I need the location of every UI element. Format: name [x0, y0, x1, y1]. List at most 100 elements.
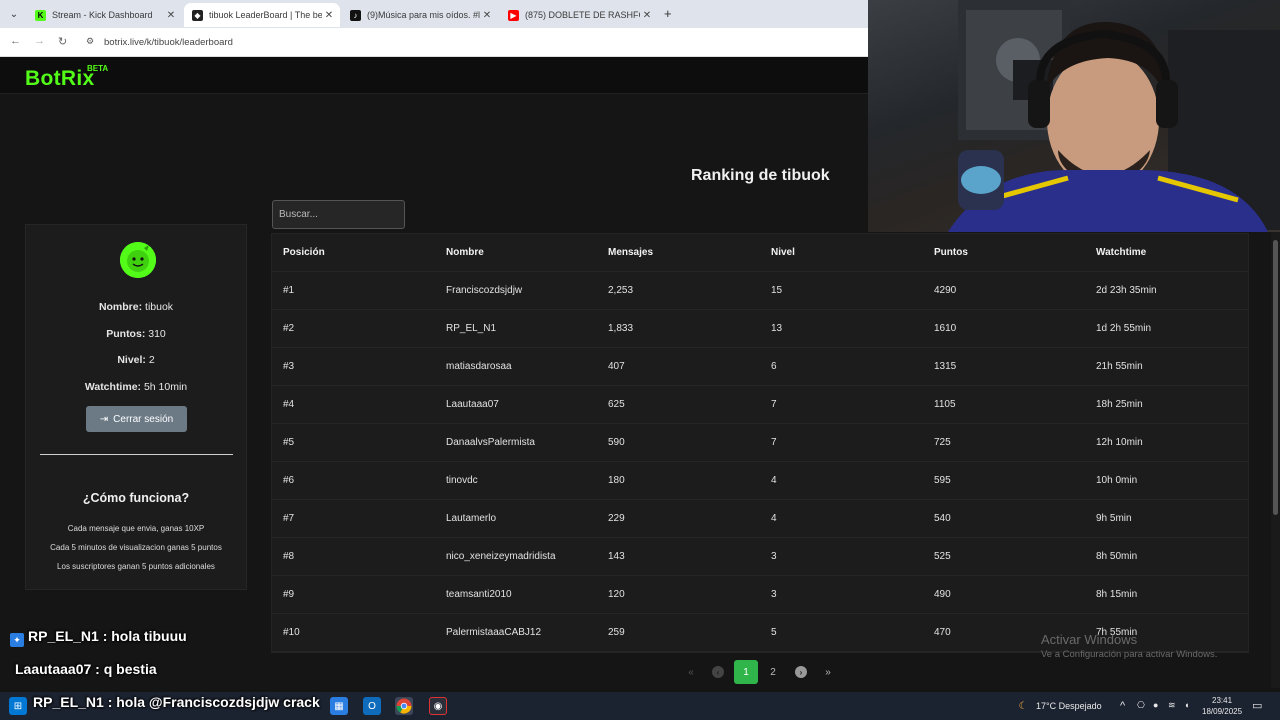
points-cell: 595 — [934, 475, 951, 486]
profile-name: Nombre: tibuok — [98, 301, 174, 313]
messages-cell: 590 — [608, 437, 625, 448]
points-cell: 470 — [934, 627, 951, 638]
position-cell: #6 — [283, 475, 295, 486]
logout-label: Cerrar sesión — [113, 413, 174, 425]
outlook-icon[interactable]: O — [363, 697, 381, 715]
double-chevron-left-icon: « — [688, 666, 694, 678]
system-tray-chevron-icon[interactable]: ^ — [1120, 700, 1125, 712]
name-cell: PalermistaaaCABJ12 — [446, 627, 542, 638]
close-icon[interactable]: ✕ — [164, 10, 178, 21]
search-input[interactable] — [272, 200, 405, 229]
beta-badge: BETA — [87, 64, 109, 73]
obs-icon[interactable]: ◉ — [429, 697, 447, 715]
leaderboard-table: Posición Nombre Mensajes Nivel Puntos Wa… — [271, 233, 1249, 653]
level-cell: 4 — [771, 513, 777, 524]
column-header[interactable]: Nivel — [771, 234, 795, 272]
column-header[interactable]: Mensajes — [608, 234, 653, 272]
watchtime-cell: 9h 5min — [1096, 513, 1132, 524]
position-cell: #9 — [283, 589, 295, 600]
table-row: #7 Lautamerlo 229 4 540 9h 5min — [272, 500, 1248, 538]
close-icon[interactable]: ✕ — [480, 10, 494, 21]
prev-page-button[interactable]: ‹ — [706, 660, 730, 684]
site-info-icon[interactable]: ⚙ — [86, 36, 94, 47]
name-cell: Lautamerlo — [446, 513, 497, 524]
watchtime-cell: 12h 10min — [1096, 437, 1143, 448]
position-cell: #8 — [283, 551, 295, 562]
position-cell: #2 — [283, 323, 295, 334]
file-explorer-icon[interactable]: ▦ — [330, 697, 348, 715]
level-cell: 7 — [771, 399, 777, 410]
network-icon[interactable]: ⎔ — [1137, 700, 1145, 711]
microphone-icon[interactable]: ● — [1153, 700, 1158, 710]
name-cell: DanaalvsPalermista — [446, 437, 535, 448]
watchtime-cell: 21h 55min — [1096, 361, 1143, 372]
windows-watermark-title: Activar Windows — [1041, 632, 1138, 647]
column-header[interactable]: Puntos — [934, 234, 968, 272]
new-tab-plus-icon[interactable]: + — [664, 6, 672, 21]
weather-text[interactable]: 17°C Despejado — [1036, 701, 1102, 711]
table-row: #6 tinovdc 180 4 595 10h 0min — [272, 462, 1248, 500]
botrix-logo[interactable]: BotRix — [25, 67, 94, 91]
next-page-button[interactable]: › — [789, 660, 813, 684]
reload-icon[interactable]: ↻ — [58, 35, 67, 48]
column-header[interactable]: Posición — [283, 234, 325, 272]
table-row: #9 teamsanti2010 120 3 490 8h 15min — [272, 576, 1248, 614]
tab-tiktok[interactable]: ♪ (9)Música para mis oídos. #lloja ✕ — [342, 3, 498, 27]
profile-points: Puntos: 310 — [106, 328, 166, 340]
notifications-icon[interactable]: ▭ — [1252, 699, 1262, 712]
tab-label: (9)Música para mis oídos. #lloja — [367, 10, 480, 20]
tab-label: Stream - Kick Dashboard — [52, 10, 153, 20]
windows-watermark-subtitle: Ve a Configuración para activar Windows. — [1041, 649, 1218, 660]
table-row: #4 Laautaaa07 625 7 1105 18h 25min — [272, 386, 1248, 424]
messages-cell: 120 — [608, 589, 625, 600]
close-icon[interactable]: ✕ — [640, 10, 654, 21]
back-arrow-icon[interactable]: ← — [10, 35, 21, 47]
messages-cell: 407 — [608, 361, 625, 372]
weather-icon: ☾ — [1018, 700, 1028, 712]
wifi-icon[interactable]: ≋ — [1168, 700, 1176, 711]
messages-cell: 1,833 — [608, 323, 634, 334]
page-2-button[interactable]: 2 — [761, 660, 785, 684]
watchtime-cell: 18h 25min — [1096, 399, 1143, 410]
messages-cell: 259 — [608, 627, 625, 638]
position-cell: #5 — [283, 437, 295, 448]
last-page-button[interactable]: » — [816, 660, 840, 684]
chrome-icon[interactable] — [395, 697, 413, 715]
address-bar: ← → ↻ ⚙ botrix.live/k/tibuok/leaderboard — [0, 28, 868, 57]
watchtime-cell: 8h 50min — [1096, 551, 1138, 562]
forward-arrow-icon[interactable]: → — [34, 35, 45, 47]
clock-time[interactable]: 23:41 — [1212, 696, 1232, 705]
browser-tab-bar: ⌄ K Stream - Kick Dashboard ✕ ◆ tibuok L… — [0, 0, 868, 28]
close-icon[interactable]: ✕ — [322, 10, 336, 21]
column-header[interactable]: Watchtime — [1096, 234, 1146, 272]
position-cell: #4 — [283, 399, 295, 410]
first-page-button[interactable]: « — [679, 660, 703, 684]
name-cell: RP_EL_N1 — [446, 323, 497, 334]
chat-message: ✦ RP_EL_N1 : hola tibuuu — [10, 628, 187, 647]
double-chevron-right-icon: » — [825, 666, 831, 678]
points-cell: 1610 — [934, 323, 957, 334]
profile-level: Nivel: 2 — [117, 354, 155, 366]
level-cell: 5 — [771, 627, 777, 638]
chevron-right-icon: › — [795, 666, 807, 678]
tab-leaderboard[interactable]: ◆ tibuok LeaderBoard | The best Kick bot… — [184, 3, 340, 27]
chat-message: Laautaaa07 : q bestia — [15, 661, 157, 677]
rule-text: Cada mensaje que envia, ganas 10XP — [67, 524, 205, 533]
page-1-button[interactable]: 1 — [734, 660, 758, 684]
clock-date[interactable]: 18/09/2025 — [1202, 707, 1242, 716]
volume-icon[interactable]: ◖ — [1184, 700, 1189, 710]
points-cell: 490 — [934, 589, 951, 600]
column-header[interactable]: Nombre — [446, 234, 484, 272]
start-icon[interactable]: ⊞ — [9, 697, 27, 715]
chat-message: RP_EL_N1 : hola @Franciscozdsjdjw crack — [33, 694, 320, 710]
name-cell: matiasdarosaa — [446, 361, 512, 372]
how-it-works-title: ¿Cómo funciona? — [82, 491, 190, 505]
profile-watchtime: Watchtime: 5h 10min — [84, 381, 188, 393]
tab-youtube[interactable]: ▶ (875) DOBLETE DE RASHFORD ✕ — [500, 3, 658, 27]
url-field[interactable]: botrix.live/k/tibuok/leaderboard — [104, 37, 233, 48]
scrollbar-thumb[interactable] — [1273, 240, 1278, 515]
logout-button[interactable]: ⇥ Cerrar sesión — [86, 406, 187, 432]
tab-kick-dashboard[interactable]: K Stream - Kick Dashboard ✕ — [27, 3, 182, 27]
name-cell: nico_xeneizeymadridista — [446, 551, 556, 562]
tab-search-chevron-icon[interactable]: ⌄ — [6, 6, 22, 22]
